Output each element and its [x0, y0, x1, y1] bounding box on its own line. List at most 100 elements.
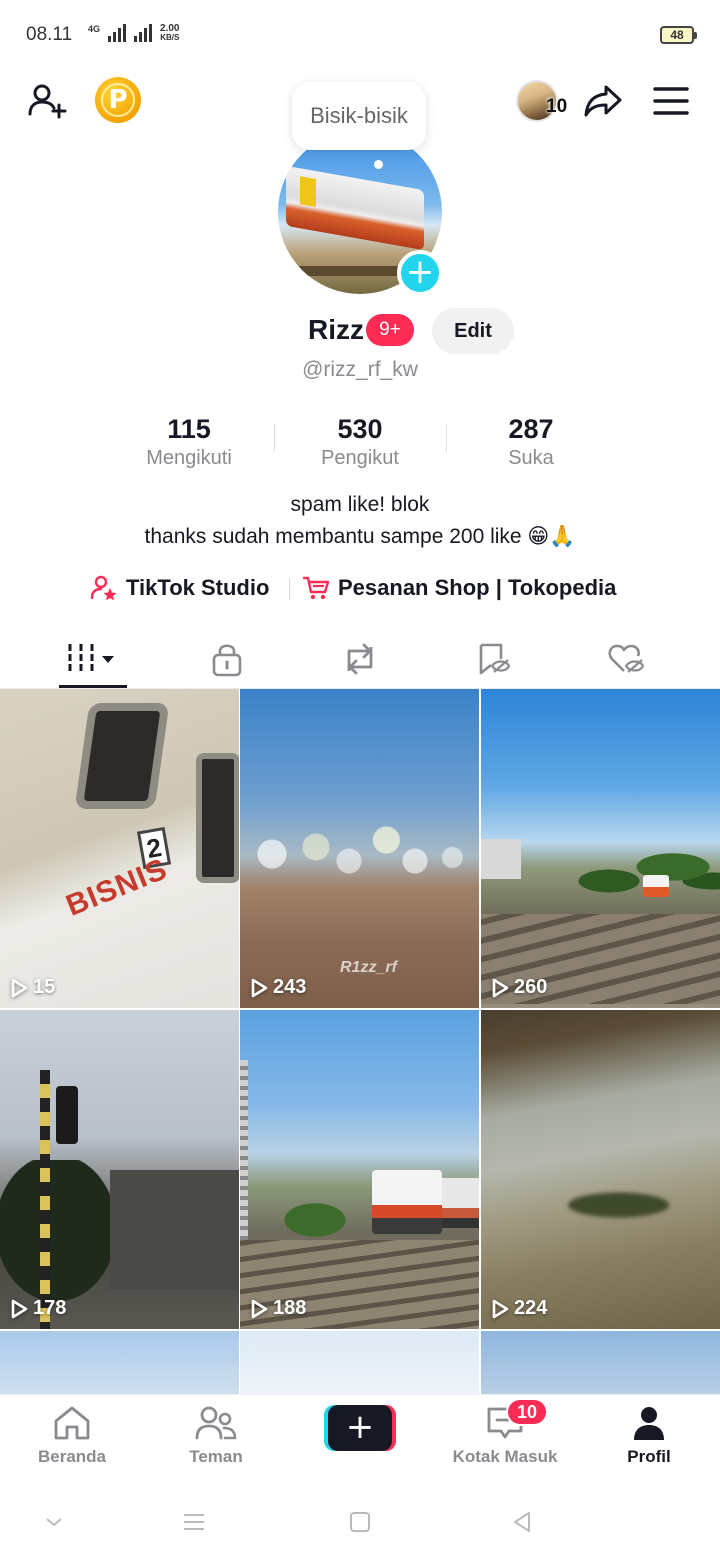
video-thumbnail[interactable] [0, 1331, 239, 1395]
system-recents-button[interactable] [174, 1502, 214, 1542]
signal-bars-icon [108, 24, 127, 42]
view-count: 243 [250, 976, 306, 999]
play-icon [11, 1299, 28, 1318]
system-collapse-button[interactable] [34, 1502, 74, 1542]
shop-orders-link[interactable]: Pesanan Shop | Tokopedia [302, 574, 616, 602]
network-speed: 2.00 KB/S [160, 23, 180, 43]
network-speed-value: 2.00 [160, 23, 180, 34]
video-thumbnail[interactable] [481, 1331, 720, 1395]
link-divider [289, 578, 290, 600]
triangle-back-icon [514, 1512, 530, 1532]
chevron-down-icon [46, 1518, 62, 1527]
menu-button[interactable] [648, 78, 694, 124]
view-count-value: 224 [514, 1297, 548, 1319]
view-count: 15 [10, 976, 55, 999]
creator-star-icon [90, 575, 117, 601]
tab-favorites[interactable] [433, 632, 553, 686]
stat-value: 530 [337, 414, 383, 444]
view-count: 224 [491, 1297, 547, 1320]
profile-icon [634, 1407, 664, 1440]
plus-icon: + [405, 252, 435, 292]
stat-label: Mengikuti [146, 447, 232, 469]
nav-label: Profil [627, 1447, 671, 1466]
play-icon [251, 1299, 268, 1318]
car-class-text: BISNIS [61, 852, 173, 923]
status-time: 08.11 [26, 24, 73, 45]
hamburger-menu-icon [653, 87, 689, 115]
video-thumbnail[interactable]: 188 [240, 1010, 479, 1329]
repost-icon [347, 643, 373, 675]
tab-reposts[interactable] [300, 632, 420, 686]
nav-label: Kotak Masuk [452, 1447, 558, 1466]
stat-likes[interactable]: 287 Suka [446, 414, 616, 470]
play-icon [11, 978, 28, 997]
tab-videos[interactable] [33, 632, 153, 686]
stat-label: Suka [508, 447, 554, 469]
link-label: TikTok Studio [126, 575, 270, 600]
share-button[interactable] [580, 78, 626, 124]
view-count: 260 [491, 976, 547, 999]
stat-value: 287 [508, 414, 554, 444]
profile-name: Rizz [308, 314, 364, 345]
video-thumbnail[interactable]: 224 [481, 1010, 720, 1329]
video-thumbnail[interactable]: 260 [481, 689, 720, 1008]
nav-label: Teman [189, 1447, 243, 1466]
nav-inbox[interactable]: Kotak Masuk [440, 1405, 570, 1467]
create-plus-icon: + [328, 1405, 392, 1451]
recents-lines-icon [184, 1514, 204, 1530]
view-count-value: 243 [273, 976, 307, 998]
system-back-button[interactable] [502, 1502, 542, 1542]
friends-icon [195, 1406, 237, 1440]
bio-line: spam like! blok [290, 493, 430, 516]
play-icon [492, 978, 509, 997]
profile-handle: @rizz_rf_kw [302, 358, 418, 381]
video-thumbnail[interactable]: 2 BISNIS 15 [0, 689, 239, 1008]
add-story-button[interactable]: + [397, 250, 443, 296]
heart-hidden-icon [608, 644, 645, 673]
bio-line: thanks sudah membantu sampe 200 like 😁🙏 [144, 525, 576, 548]
stat-value: 115 [167, 414, 211, 444]
network-type: 4G [88, 24, 101, 34]
view-count-value: 188 [273, 1297, 307, 1319]
lock-icon [212, 644, 242, 677]
tiktok-studio-link[interactable]: TikTok Studio [90, 574, 269, 602]
stat-followers[interactable]: 530 Pengikut [275, 414, 445, 470]
video-thumbnail[interactable]: 178 [0, 1010, 239, 1329]
share-arrow-icon [584, 85, 622, 117]
view-count-value: 178 [33, 1297, 67, 1319]
play-icon [251, 978, 268, 997]
add-friend-icon [28, 84, 67, 119]
video-thumbnail[interactable] [240, 1331, 479, 1395]
edit-profile-button[interactable]: Edit [432, 308, 514, 354]
stat-label: Pengikut [321, 447, 399, 469]
square-home-icon [350, 1512, 370, 1532]
video-thumbnail[interactable]: R1zz_rf 243 [240, 689, 479, 1008]
nav-home[interactable]: Beranda [7, 1405, 137, 1467]
network-speed-unit: KB/S [160, 33, 180, 42]
coin-button[interactable]: P [95, 77, 141, 123]
view-count: 188 [250, 1297, 306, 1320]
story-viewers-button[interactable]: 10 [514, 78, 572, 124]
status-bar: 08.11 4G 2.00 KB/S 48 [0, 0, 720, 70]
nav-profile[interactable]: Profil [584, 1405, 714, 1467]
system-home-button[interactable] [340, 1502, 380, 1542]
grid-videos-icon [68, 644, 114, 674]
view-count: 178 [10, 1297, 66, 1320]
nav-friends[interactable]: Teman [151, 1405, 281, 1467]
signal-indicators: 4G 2.00 KB/S [88, 24, 179, 42]
link-label: Pesanan Shop | Tokopedia [338, 575, 617, 600]
tab-liked[interactable] [566, 632, 686, 686]
create-button[interactable]: + [324, 1405, 396, 1451]
stat-following[interactable]: 115 Mengikuti [104, 414, 274, 470]
add-friend-button[interactable] [24, 78, 70, 124]
video-watermark: R1zz_rf [340, 959, 397, 976]
story-count: 10 [546, 96, 568, 117]
view-count-value: 260 [514, 976, 548, 998]
coin-icon: P [101, 83, 135, 117]
home-icon [54, 1406, 90, 1440]
tab-private[interactable] [167, 632, 287, 686]
name-notification-badge[interactable]: 9+ [366, 314, 414, 346]
bottom-navigation: Beranda Teman + Kotak Masuk Profil [0, 1394, 720, 1480]
system-navigation-bar [0, 1480, 720, 1560]
note-bubble[interactable]: Bisik-bisik [292, 82, 426, 150]
